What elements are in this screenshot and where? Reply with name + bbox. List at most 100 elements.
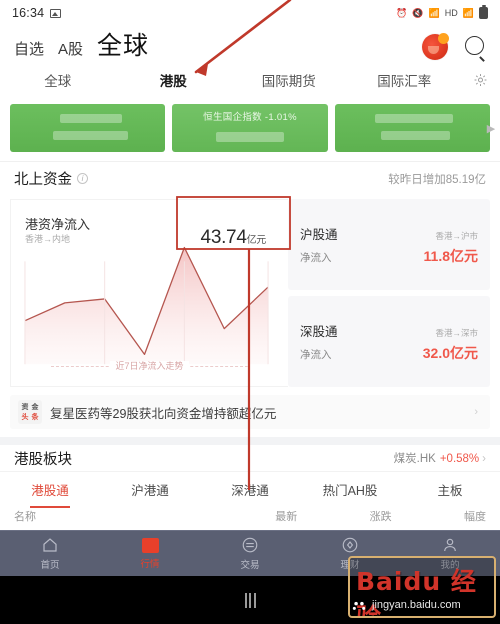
- top-nav-item-watchlist[interactable]: 自选: [14, 38, 44, 59]
- plate-tab-hot-ah[interactable]: 热门AH股: [300, 480, 400, 499]
- shenzhen-connect-direction: 香港→深市: [435, 327, 478, 338]
- column-header-latest[interactable]: 最新: [203, 508, 297, 524]
- index-card[interactable]: [334, 104, 490, 152]
- plate-top-mover[interactable]: 煤炭.HK +0.58% ›: [394, 450, 486, 466]
- chart-title: 港资净流入: [25, 217, 91, 232]
- tab-hkstock[interactable]: 港股: [116, 70, 232, 90]
- top-nav-item-ashare[interactable]: A股: [58, 38, 83, 59]
- northbound-title: 北上资金: [14, 172, 72, 188]
- shenzhen-connect-label: 净流入: [300, 348, 332, 361]
- northbound-header: 北上资金 i 较昨日增加85.19亿: [0, 161, 500, 195]
- paw-icon: [352, 601, 366, 610]
- status-bar-left: 16:34: [12, 6, 62, 20]
- chart-footer: 近7日净流入走势: [11, 359, 288, 372]
- chart-value: 43.74亿元: [200, 227, 267, 249]
- badge-char: 资: [21, 403, 29, 411]
- plate-tabs: 港股通 沪港通 深港通 热门AH股 主板: [0, 471, 500, 507]
- bottom-nav-item-market[interactable]: 行情: [100, 537, 200, 570]
- shenzhen-connect-name: 深股通: [300, 324, 338, 339]
- gear-icon[interactable]: [473, 73, 488, 88]
- finance-icon: [342, 537, 358, 553]
- news-strip[interactable]: 资 金 头 条 复星医药等29股获北向资金增持额超亿元 ›: [10, 395, 490, 429]
- plate-top-name: 煤炭.HK: [393, 453, 436, 465]
- plate-title: 港股板块: [14, 451, 72, 468]
- user-icon: [444, 538, 456, 552]
- watermark: Baidu 经验 jingyan.baidu.com: [348, 556, 496, 618]
- shenzhen-connect-bottom: 净流入 32.0亿元: [300, 340, 478, 363]
- news-headline[interactable]: 复星医药等29股获北向资金增持额超亿元: [50, 403, 466, 422]
- shanghai-connect-bottom: 净流入 11.8亿元: [300, 243, 478, 266]
- home-icon: [43, 538, 57, 552]
- promo-gift-icon[interactable]: [422, 33, 449, 60]
- column-header-pct[interactable]: 幅度: [392, 508, 486, 524]
- mute-icon: 🔇: [412, 7, 424, 18]
- shanghai-connect-top: 沪股通 香港→沪市: [300, 224, 478, 243]
- sub-tabs: 全球 港股 国际期货 国际汇率: [0, 64, 500, 96]
- battery-icon: [479, 5, 488, 19]
- index-card[interactable]: [10, 104, 166, 152]
- shenzhen-connect-top: 深股通 香港→深市: [300, 321, 478, 340]
- bottom-nav-label: 行情: [140, 558, 160, 570]
- plate-header: 港股板块 煤炭.HK +0.58% ›: [0, 437, 500, 471]
- plate-tab-sz-hk[interactable]: 深港通: [200, 480, 300, 499]
- bottom-nav-item-trade[interactable]: 交易: [200, 536, 300, 571]
- chart-subtitle: 香港→内地: [25, 234, 71, 244]
- plate-tab-sh-hk[interactable]: 沪港通: [100, 480, 200, 499]
- tab-global[interactable]: 全球: [0, 70, 116, 90]
- trade-icon: [242, 537, 258, 553]
- shanghai-connect-label: 净流入: [300, 251, 332, 264]
- image-icon: [50, 8, 62, 18]
- top-nav: 自选 A股 全球: [0, 26, 500, 64]
- index-card-label: 恒生国企指数 -1.01%: [203, 112, 297, 123]
- fund-headline-badge-icon: 资 金 头 条: [18, 400, 42, 424]
- index-card[interactable]: 恒生国企指数 -1.01%: [172, 104, 328, 152]
- signal-icon: 📶: [462, 7, 474, 18]
- tab-intl-fx[interactable]: 国际汇率: [347, 70, 463, 90]
- chevron-right-icon: ›: [482, 453, 486, 465]
- connect-cards: 沪股通 香港→沪市 净流入 11.8亿元 深股通 香港→深市 净流入 32.0亿…: [288, 199, 490, 387]
- shanghai-connect-direction: 香港→沪市: [435, 230, 478, 241]
- alarm-icon: ⏰: [396, 7, 408, 18]
- news-strip-wrap: 资 金 头 条 复星医药等29股获北向资金增持额超亿元 ›: [0, 395, 500, 437]
- northbound-panel: 港资净流入 香港→内地 43.74亿元 近7日净流入走势 沪股通 香港→沪市 净…: [0, 195, 500, 395]
- shenzhen-connect-card[interactable]: 深股通 香港→深市 净流入 32.0亿元: [288, 296, 490, 387]
- hd-icon: HD: [444, 7, 458, 18]
- search-icon[interactable]: [464, 35, 488, 62]
- tab-intl-futures[interactable]: 国际期货: [231, 70, 347, 90]
- bottom-nav-label: 交易: [240, 560, 260, 571]
- column-header-name[interactable]: 名称: [14, 508, 203, 524]
- badge-char: 头: [21, 413, 29, 421]
- bottom-nav-label: 首页: [40, 560, 60, 571]
- wifi-icon: 📶: [428, 7, 440, 18]
- shanghai-connect-card[interactable]: 沪股通 香港→沪市 净流入 11.8亿元: [288, 199, 490, 290]
- index-carousel[interactable]: 恒生国企指数 -1.01% ▶: [0, 96, 500, 161]
- info-icon[interactable]: i: [77, 173, 88, 184]
- badge-char: 金: [31, 403, 39, 411]
- top-nav-item-global[interactable]: 全球: [97, 26, 149, 62]
- hk-netflow-chart-card[interactable]: 港资净流入 香港→内地 43.74亿元 近7日净流入走势: [10, 199, 288, 387]
- plate-tab-hk-connect[interactable]: 港股通: [0, 480, 100, 499]
- shenzhen-connect-value: 32.0亿元: [422, 344, 478, 361]
- bottom-nav-item-home[interactable]: 首页: [0, 536, 100, 571]
- market-square-icon: [141, 537, 159, 553]
- shanghai-connect-value: 11.8亿元: [423, 247, 478, 264]
- badge-char: 条: [31, 413, 39, 421]
- recents-icon[interactable]: [244, 592, 256, 608]
- stock-table-header: 名称 最新 涨跌 幅度: [0, 507, 500, 525]
- plate-tab-main-board[interactable]: 主板: [400, 480, 500, 499]
- shanghai-connect-name: 沪股通: [300, 227, 338, 242]
- chevron-right-icon[interactable]: ›: [474, 406, 482, 418]
- app-screen: 16:34 ⏰ 🔇 📶 HD 📶 自选 A股 全球 全球 港股 国际期货 国际汇…: [0, 0, 500, 624]
- chart-value-number: 43.74: [200, 227, 247, 248]
- northbound-change: 较昨日增加85.19亿: [388, 173, 486, 186]
- status-time: 16:34: [12, 6, 45, 20]
- top-nav-items: 自选 A股 全球: [14, 26, 149, 62]
- column-header-change[interactable]: 涨跌: [297, 508, 392, 524]
- top-nav-actions: [422, 33, 488, 62]
- watermark-sub: jingyan.baidu.com: [372, 599, 461, 611]
- status-bar: 16:34 ⏰ 🔇 📶 HD 📶: [0, 0, 500, 26]
- status-bar-right: ⏰ 🔇 📶 HD 📶: [396, 5, 488, 19]
- plate-top-change: +0.58%: [439, 453, 480, 465]
- chevron-right-icon[interactable]: ▶: [484, 122, 498, 136]
- northbound-title-group: 北上资金 i: [14, 168, 88, 189]
